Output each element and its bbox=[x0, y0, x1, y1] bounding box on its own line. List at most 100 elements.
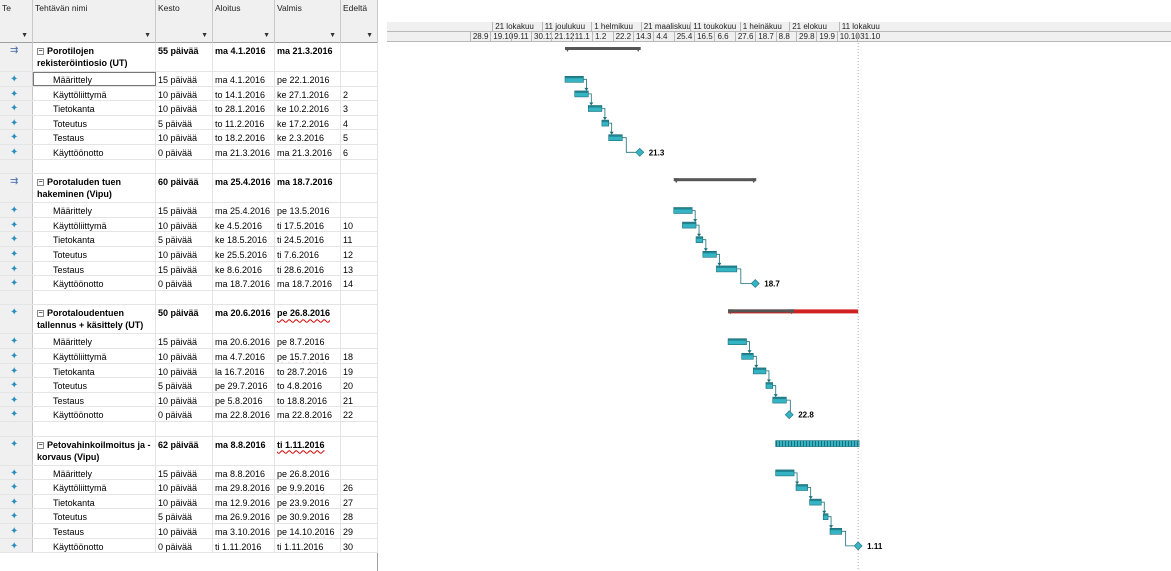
chevron-down-icon[interactable]: ▼ bbox=[263, 32, 270, 39]
collapse-toggle-icon[interactable]: − bbox=[37, 441, 44, 449]
table-row[interactable]: ✦ Toteutus 5 päivää pe 29.7.2016 to 4.8.2016… bbox=[0, 378, 378, 393]
table-row[interactable]: ✦ Käyttöliittymä 10 päivää ma 4.7.2016 pe 15… bbox=[0, 349, 378, 364]
dependency-arrow[interactable] bbox=[766, 379, 771, 383]
table-row[interactable]: ✦ Testaus 10 päivää ma 3.10.2016 pe 14.10.20… bbox=[0, 524, 378, 539]
dependency-arrow[interactable] bbox=[602, 117, 607, 121]
table-row[interactable]: ✦ Määrittely 15 päivää ma 20.6.2016 pe 8.7.2… bbox=[0, 334, 378, 349]
table-row[interactable]: ✦ Tietokanta 10 päivää to 28.1.2016 ke 10.2.… bbox=[0, 101, 378, 116]
table-row[interactable]: ✦ Käyttöönotto 0 päivää ma 21.3.2016 ma 21.3… bbox=[0, 145, 378, 160]
table-row[interactable]: ✦ Käyttöönotto 0 päivää ma 18.7.2016 ma 18.7… bbox=[0, 276, 378, 291]
dependency-link[interactable] bbox=[736, 268, 752, 284]
table-row[interactable]: ✦ Toteutus 10 päivää ke 25.5.2016 ti 7.6.201… bbox=[0, 247, 378, 262]
cell-name[interactable]: Käyttöönotto bbox=[33, 145, 156, 159]
cell-name[interactable]: Tietokanta bbox=[33, 232, 156, 246]
collapse-toggle-icon[interactable]: − bbox=[37, 179, 44, 187]
cell-name[interactable]: Toteutus bbox=[33, 115, 156, 130]
dependency-arrow[interactable] bbox=[754, 364, 759, 368]
cell-name[interactable]: Määrittely bbox=[33, 72, 156, 86]
milestone-diamond[interactable] bbox=[635, 147, 645, 157]
task-bar-progress[interactable] bbox=[772, 397, 787, 400]
task-bar-progress[interactable] bbox=[753, 367, 766, 370]
task-bar-progress[interactable] bbox=[682, 222, 697, 225]
dependency-arrow[interactable] bbox=[795, 481, 800, 485]
cell-name[interactable]: Testaus bbox=[33, 261, 156, 276]
summary-row[interactable]: ✦ − Petovahinkoilmoitus ja -korvaus (Vipu)… bbox=[0, 436, 378, 466]
table-row[interactable]: ✦ Käyttöliittymä 10 päivää ke 4.5.2016 ti 17… bbox=[0, 217, 378, 233]
task-bar-progress[interactable] bbox=[796, 484, 808, 487]
summary-row[interactable]: ⇉ − Porotaluden tuen hakeminen (Vipu) 60 pä… bbox=[0, 174, 378, 204]
task-bar-progress[interactable] bbox=[673, 207, 693, 210]
dependency-link[interactable] bbox=[841, 530, 855, 547]
collapse-toggle-icon[interactable]: − bbox=[37, 310, 44, 318]
table-row[interactable]: ✦ Käyttöönotto 0 päivää ti 1.11.2016 ti 1.11… bbox=[0, 538, 378, 554]
cell-name[interactable]: Määrittely bbox=[33, 203, 156, 217]
table-row[interactable]: ✦ Käyttöönotto 0 päivää ma 22.8.2016 ma 22.8… bbox=[0, 407, 378, 422]
dependency-arrow[interactable] bbox=[703, 248, 708, 252]
cell-name[interactable]: Toteutus bbox=[33, 247, 156, 261]
task-bar-progress[interactable] bbox=[775, 469, 795, 472]
empty-row[interactable] bbox=[0, 422, 378, 437]
summary-bar[interactable] bbox=[565, 47, 641, 50]
table-row[interactable]: ✦ Määrittely 15 päivää ma 8.8.2016 pe 26.8.2… bbox=[0, 465, 378, 481]
summary-row[interactable]: ⇉ − Porotilojen rekisteröintiosio (UT) 55 p… bbox=[0, 43, 378, 72]
cell-name[interactable]: Käyttöliittymä bbox=[33, 480, 156, 494]
task-bar-progress[interactable] bbox=[716, 265, 737, 268]
table-row[interactable]: ✦ Testaus 10 päivää to 18.2.2016 ke 2.3.2016… bbox=[0, 130, 378, 145]
milestone-diamond[interactable] bbox=[784, 410, 794, 420]
column-header-duration[interactable]: Kesto ▼ bbox=[156, 0, 213, 43]
table-row[interactable]: ✦ Testaus 15 päivää ke 8.6.2016 ti 28.6.2016… bbox=[0, 261, 378, 277]
table-row[interactable]: ✦ Toteutus 5 päivää to 11.2.2016 ke 17.2.201… bbox=[0, 115, 378, 131]
task-bar-progress[interactable] bbox=[728, 338, 747, 341]
column-header-finish[interactable]: Valmis ▼ bbox=[275, 0, 341, 43]
milestone-diamond[interactable] bbox=[853, 541, 863, 551]
dependency-arrow[interactable] bbox=[829, 525, 834, 529]
cell-name[interactable]: Käyttöönotto bbox=[33, 538, 156, 553]
column-header-name[interactable]: Tehtävän nimi ▼ bbox=[33, 0, 156, 43]
cell-name[interactable]: − Porotilojen rekisteröintiosio (UT) bbox=[33, 43, 156, 71]
table-row[interactable]: ✦ Tietokanta 5 päivää ke 18.5.2016 ti 24.5.2… bbox=[0, 232, 378, 247]
cell-name[interactable]: Testaus bbox=[33, 524, 156, 538]
table-row[interactable]: ✦ Määrittely 15 päivää ma 25.4.2016 pe 13.5.… bbox=[0, 203, 378, 218]
cell-name[interactable]: Käyttöliittymä bbox=[33, 86, 156, 101]
task-bar-progress[interactable] bbox=[823, 513, 829, 516]
milestone-diamond[interactable] bbox=[750, 279, 760, 288]
table-row[interactable]: ✦ Käyttöliittymä 10 päivää to 14.1.2016 ke 2… bbox=[0, 86, 378, 102]
summary-row[interactable]: ✦ − Porotaloudentuen tallennus + käsittely… bbox=[0, 305, 378, 335]
dependency-arrow[interactable] bbox=[773, 394, 778, 398]
cell-name[interactable]: Käyttöliittymä bbox=[33, 349, 156, 363]
cell-name[interactable]: Tietokanta bbox=[33, 101, 156, 115]
cell-name[interactable]: Toteutus bbox=[33, 509, 156, 523]
dependency-link[interactable] bbox=[622, 137, 636, 153]
cell-name[interactable]: Määrittely bbox=[33, 465, 156, 480]
chevron-down-icon[interactable]: ▼ bbox=[366, 32, 373, 39]
dependency-arrow[interactable] bbox=[609, 131, 614, 135]
chevron-down-icon[interactable]: ▼ bbox=[201, 32, 208, 39]
table-row[interactable]: ✦ Tietokanta 10 päivää la 16.7.2016 to 28.7.… bbox=[0, 363, 378, 379]
cell-name[interactable]: Käyttöönotto bbox=[33, 276, 156, 290]
cell-name[interactable]: Määrittely bbox=[33, 334, 156, 348]
cell-name[interactable]: − Porotaloudentuen tallennus + käsittely … bbox=[33, 305, 156, 334]
task-bar-progress[interactable] bbox=[574, 90, 589, 93]
chevron-down-icon[interactable]: ▼ bbox=[144, 32, 151, 39]
cell-name[interactable]: Toteutus bbox=[33, 378, 156, 392]
summary-bar[interactable] bbox=[775, 440, 860, 447]
table-row[interactable]: ✦ Testaus 10 päivää pe 5.8.2016 to 18.8.2016… bbox=[0, 392, 378, 408]
table-row[interactable]: ✦ Määrittely 15 päivää ma 4.1.2016 pe 22.1.2… bbox=[0, 72, 378, 87]
table-row[interactable]: ✦ Toteutus 5 päivää ma 26.9.2016 pe 30.9.201… bbox=[0, 509, 378, 524]
dependency-arrow[interactable] bbox=[717, 262, 722, 266]
cell-name[interactable]: Tietokanta bbox=[33, 494, 156, 509]
dependency-arrow[interactable] bbox=[822, 510, 827, 514]
column-header-indicator[interactable]: Te ▼ bbox=[0, 0, 33, 43]
task-bar-progress[interactable] bbox=[565, 76, 584, 79]
column-header-predecessors[interactable]: Edeltä ▼ bbox=[341, 0, 378, 43]
cell-name[interactable]: Tietokanta bbox=[33, 363, 156, 378]
dependency-arrow[interactable] bbox=[697, 233, 702, 237]
cell-name[interactable]: − Petovahinkoilmoitus ja -korvaus (Vipu) bbox=[33, 436, 156, 465]
dependency-arrow[interactable] bbox=[808, 496, 813, 500]
collapse-toggle-icon[interactable]: − bbox=[37, 48, 44, 55]
task-bar-progress[interactable] bbox=[601, 120, 609, 123]
task-bar-progress[interactable] bbox=[608, 134, 623, 137]
chevron-down-icon[interactable]: ▼ bbox=[329, 32, 336, 39]
table-row[interactable]: ✦ Käyttöliittymä 10 päivää ma 29.8.2016 pe 9… bbox=[0, 480, 378, 495]
table-row[interactable]: ✦ Tietokanta 10 päivää ma 12.9.2016 pe 23.9.… bbox=[0, 494, 378, 510]
